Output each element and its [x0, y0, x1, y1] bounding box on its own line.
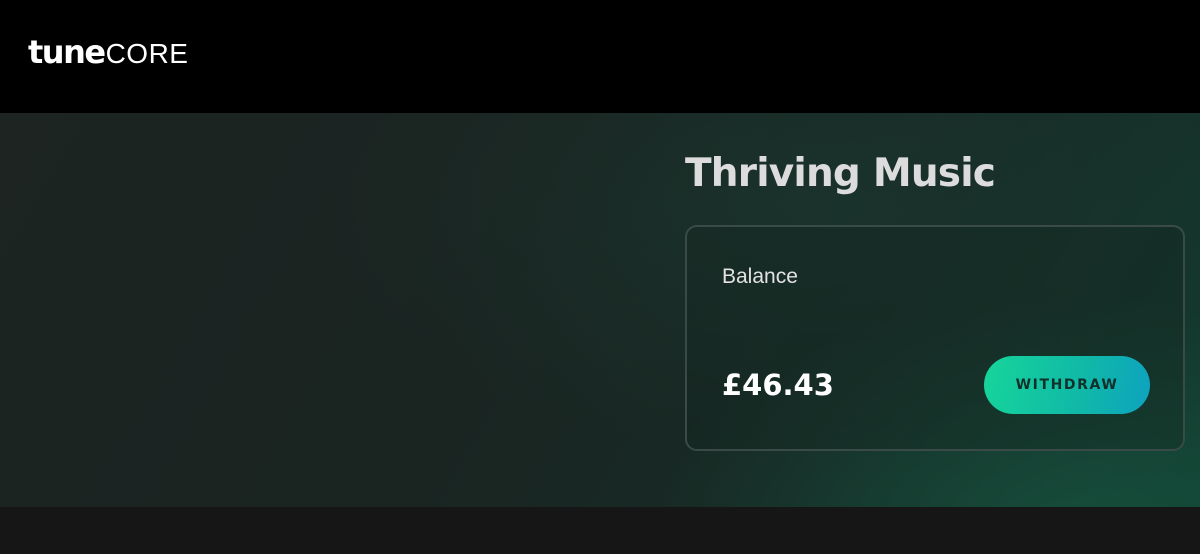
bottom-content-band — [0, 507, 1200, 554]
tunecore-logo[interactable]: tune CORE — [28, 32, 188, 72]
balance-label: Balance — [722, 265, 798, 288]
page-title: Thriving Music — [685, 151, 996, 196]
balance-amount: £46.43 — [722, 368, 834, 402]
logo-wordmark-bold: tune — [28, 33, 106, 71]
withdraw-button[interactable]: WITHDRAW — [984, 356, 1150, 414]
balance-card: Balance £46.43 WITHDRAW — [685, 225, 1185, 451]
logo-wordmark-light: CORE — [105, 38, 189, 69]
top-navigation-bar: tune CORE — [0, 0, 1200, 113]
